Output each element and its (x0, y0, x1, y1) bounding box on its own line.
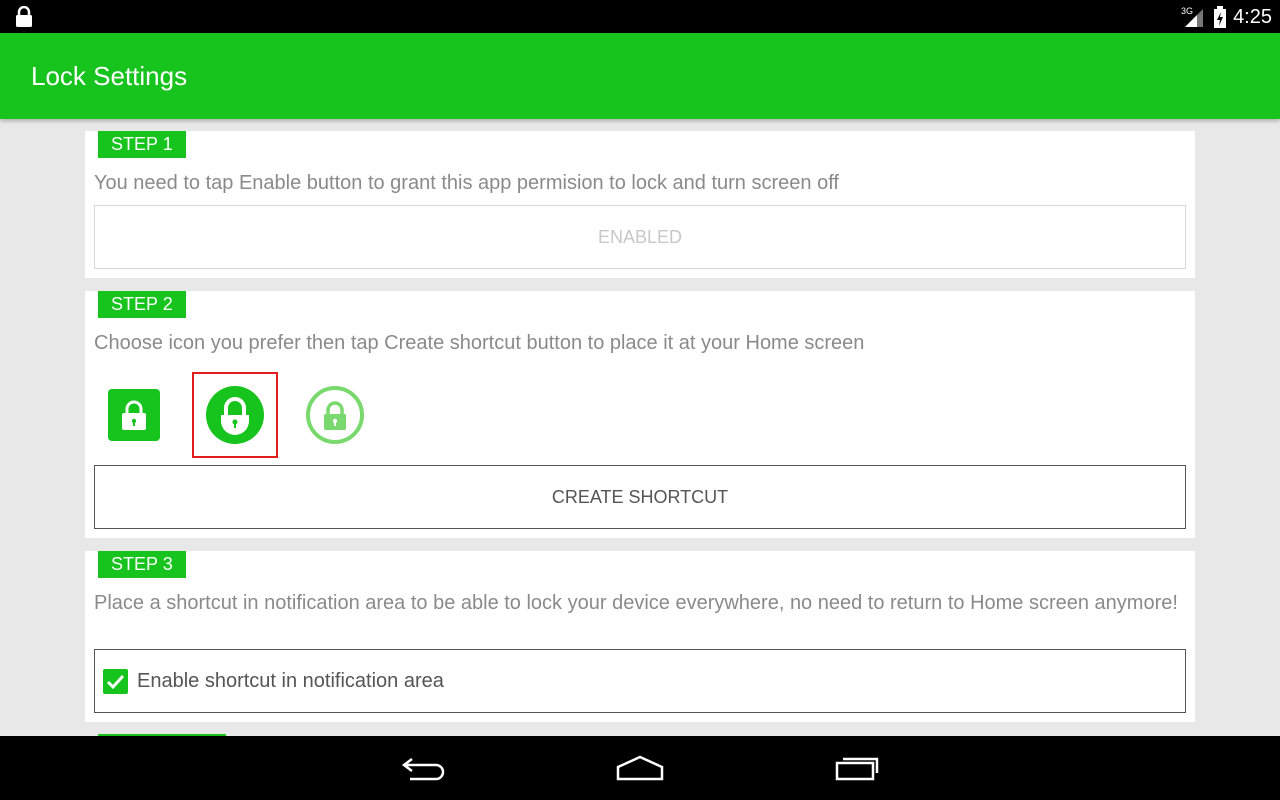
recents-icon (835, 757, 879, 781)
step-1-card: STEP 1 You need to tap Enable button to … (85, 131, 1195, 278)
notification-shortcut-option[interactable]: Enable shortcut in notification area (94, 649, 1186, 713)
navigation-bar (0, 736, 1280, 800)
signal-3g-icon: 3G (1181, 6, 1204, 27)
status-time: 4:25 (1233, 5, 1272, 28)
step-description: Place a shortcut in notification area to… (94, 592, 1178, 614)
step-2-card: STEP 2 Choose icon you prefer then tap C… (85, 291, 1195, 538)
battery-icon (1214, 6, 1227, 28)
app-bar: Lock Settings (0, 33, 1280, 119)
enabled-button[interactable]: ENABLED (94, 205, 1186, 269)
step-description: You need to tap Enable button to grant t… (94, 172, 839, 194)
back-icon (401, 758, 445, 781)
home-button[interactable] (610, 750, 670, 786)
recents-button[interactable] (827, 750, 887, 786)
lock-status-icon (16, 6, 32, 27)
lock-circle-filled-icon[interactable] (192, 372, 278, 458)
create-shortcut-button[interactable]: CREATE SHORTCUT (94, 465, 1186, 529)
step-badge: STEP 3 (98, 551, 186, 578)
back-button[interactable] (394, 750, 454, 786)
checkmark-icon (106, 674, 125, 690)
status-bar: 3G 4:25 (0, 0, 1280, 33)
notification-shortcut-checkbox[interactable] (103, 669, 128, 694)
step-3-card: STEP 3 Place a shortcut in notification … (85, 551, 1195, 722)
page-title: Lock Settings (31, 61, 188, 91)
settings-content[interactable]: STEP 1 You need to tap Enable button to … (0, 119, 1280, 736)
lock-circle-outline-icon[interactable] (294, 374, 376, 456)
home-icon (616, 755, 664, 781)
svg-text:3G: 3G (1181, 6, 1193, 16)
step-badge: STEP 1 (98, 131, 186, 158)
lock-square-icon[interactable] (93, 374, 175, 456)
checkbox-label: Enable shortcut in notification area (137, 670, 444, 692)
icon-options (85, 291, 1195, 458)
